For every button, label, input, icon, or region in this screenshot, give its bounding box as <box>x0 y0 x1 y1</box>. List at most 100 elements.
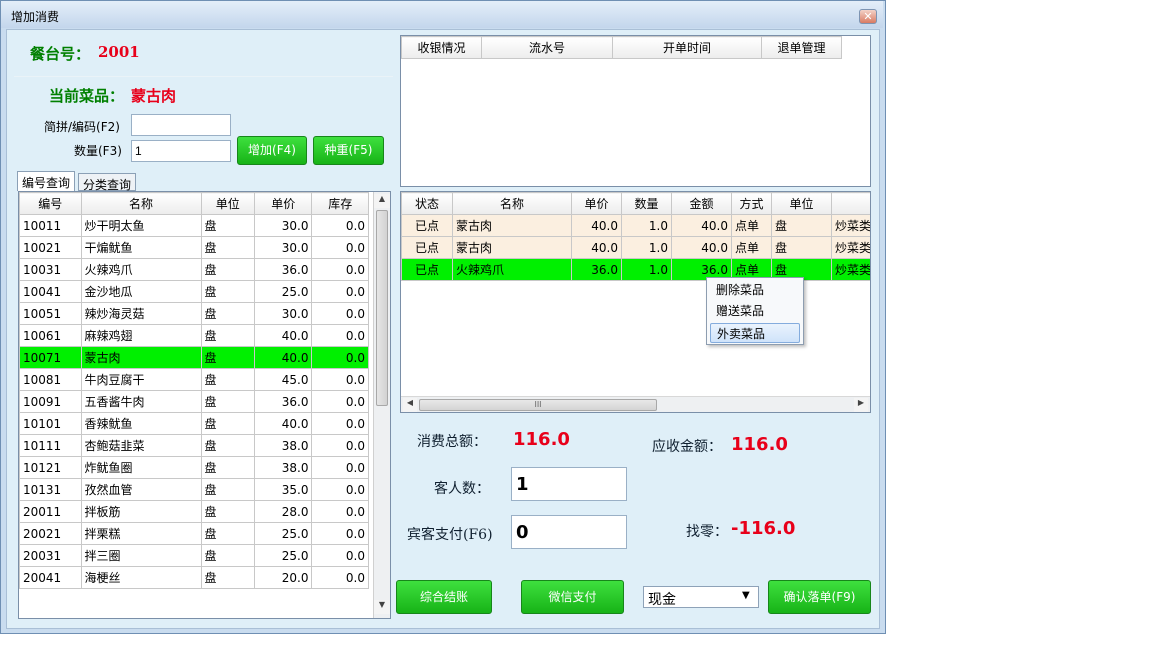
weigh-button[interactable]: 种重(F5) <box>313 136 384 165</box>
column-header[interactable]: 类 <box>831 192 870 215</box>
table-cell: 0.0 <box>311 258 369 281</box>
code-input[interactable] <box>131 114 231 136</box>
table-cell: 10031 <box>19 258 82 281</box>
confirm-order-button[interactable]: 确认落单(F9) <box>768 580 871 614</box>
menu-item-takeout-dish[interactable]: 外卖菜品 <box>710 323 800 343</box>
table-cell: 麻辣鸡翅 <box>80 324 202 347</box>
column-header[interactable]: 金额 <box>671 192 732 215</box>
scroll-right-icon[interactable]: ▶ <box>854 398 868 412</box>
table-cell: 盘 <box>771 236 832 259</box>
table-row[interactable]: 10071 蒙古肉盘 40.0 0.0 <box>19 346 369 369</box>
table-cell: 10061 <box>19 324 82 347</box>
table-row[interactable]: 10021 干煸鱿鱼盘 30.0 0.0 <box>19 236 369 259</box>
cashier-panel: 收银情况 流水号 开单时间 退单管理 <box>400 35 871 187</box>
column-header[interactable]: 库存 <box>311 192 369 215</box>
column-header[interactable]: 流水号 <box>481 36 613 59</box>
wechat-pay-button[interactable]: 微信支付 <box>521 580 624 614</box>
tab-code-search[interactable]: 编号查询 <box>17 171 76 191</box>
scroll-left-icon[interactable]: ◀ <box>403 398 417 412</box>
table-cell: 20.0 <box>253 566 313 589</box>
table-cell: 20041 <box>19 566 82 589</box>
table-row[interactable]: 10081 牛肉豆腐干盘 45.0 0.0 <box>19 368 369 391</box>
quantity-input[interactable] <box>131 140 231 162</box>
table-cell: 干煸鱿鱼 <box>80 236 202 259</box>
hscroll-thumb[interactable]: III <box>419 399 657 411</box>
table-cell: 火辣鸡爪 <box>452 258 572 281</box>
column-header[interactable]: 收银情况 <box>401 36 482 59</box>
table-row[interactable]: 10101 香辣鱿鱼盘 40.0 0.0 <box>19 412 369 435</box>
add-button[interactable]: 增加(F4) <box>237 136 307 165</box>
close-icon[interactable]: ✕ <box>859 9 877 24</box>
table-cell: 25.0 <box>253 280 313 303</box>
table-row[interactable]: 10091 五香酱牛肉盘 36.0 0.0 <box>19 390 369 413</box>
column-header[interactable]: 名称 <box>80 192 202 215</box>
title-bar[interactable]: 增加消费 ✕ <box>1 1 883 28</box>
table-cell: 10111 <box>19 434 82 457</box>
table-cell: 盘 <box>200 346 256 369</box>
column-header[interactable]: 单位 <box>771 192 832 215</box>
table-cell: 45.0 <box>253 368 313 391</box>
menu-table-body: 10011 炒干明太鱼盘 30.0 0.0 10021 干煸鱿鱼盘 30.0 0.0 10031… <box>19 214 369 589</box>
table-cell: 40.0 <box>671 214 732 237</box>
table-cell: 牛肉豆腐干 <box>80 368 202 391</box>
table-cell: 盘 <box>200 302 256 325</box>
chevron-down-icon[interactable]: ▼ <box>742 590 750 601</box>
table-cell: 盘 <box>200 214 256 237</box>
settle-button[interactable]: 综合结账 <box>396 580 492 614</box>
scroll-thumb[interactable] <box>376 210 388 406</box>
table-row[interactable]: 10011 炒干明太鱼盘 30.0 0.0 <box>19 214 369 237</box>
column-header[interactable]: 开单时间 <box>612 36 762 59</box>
paid-input[interactable] <box>511 515 627 549</box>
table-row[interactable]: 20041 海梗丝盘 20.0 0.0 <box>19 566 369 589</box>
menu-scrollbar[interactable]: ▲ ▼ <box>373 192 390 618</box>
table-row[interactable]: 10031 火辣鸡爪盘 36.0 0.0 <box>19 258 369 281</box>
table-row[interactable]: 10111 杏鲍菇韭菜盘 38.0 0.0 <box>19 434 369 457</box>
menu-item-gift-dish[interactable]: 赠送菜品 <box>710 301 800 321</box>
table-row[interactable]: 10041 金沙地瓜盘 25.0 0.0 <box>19 280 369 303</box>
order-hscrollbar[interactable]: ◀ III ▶ <box>401 396 870 412</box>
table-cell: 0.0 <box>311 302 369 325</box>
column-header[interactable]: 数量 <box>621 192 672 215</box>
table-cell: 盘 <box>200 280 256 303</box>
table-row[interactable]: 10051 辣炒海灵菇盘 30.0 0.0 <box>19 302 369 325</box>
table-row[interactable]: 10061 麻辣鸡翅盘 40.0 0.0 <box>19 324 369 347</box>
guests-input[interactable] <box>511 467 627 501</box>
table-cell: 38.0 <box>253 456 313 479</box>
column-header[interactable]: 状态 <box>401 192 453 215</box>
menu-item-delete-dish[interactable]: 删除菜品 <box>710 280 800 300</box>
table-row[interactable]: 已点 蒙古肉 40.0 1.0 40.0 点单盘炒菜类 <box>401 236 870 259</box>
column-header[interactable]: 名称 <box>452 192 572 215</box>
table-cell: 盘 <box>200 566 256 589</box>
table-row[interactable]: 20011 拌板筋盘 28.0 0.0 <box>19 500 369 523</box>
table-cell: 0.0 <box>311 214 369 237</box>
table-cell: 1.0 <box>621 236 672 259</box>
column-header[interactable]: 单价 <box>571 192 622 215</box>
table-cell: 金沙地瓜 <box>80 280 202 303</box>
current-dish-value: 蒙古肉 <box>131 87 177 105</box>
column-header[interactable]: 退单管理 <box>761 36 842 59</box>
table-cell: 10081 <box>19 368 82 391</box>
scroll-up-icon[interactable]: ▲ <box>374 194 390 208</box>
table-cell: 10041 <box>19 280 82 303</box>
payment-method-select[interactable]: 现金 ▼ <box>643 586 759 608</box>
column-header[interactable]: 编号 <box>19 192 82 215</box>
table-row[interactable]: 10131 孜然血管盘 35.0 0.0 <box>19 478 369 501</box>
table-row[interactable]: 已点 蒙古肉 40.0 1.0 40.0 点单盘炒菜类 <box>401 214 870 237</box>
table-cell: 盘 <box>200 434 256 457</box>
table-cell: 10051 <box>19 302 82 325</box>
table-cell: 0.0 <box>311 280 369 303</box>
table-row[interactable]: 10121 炸鱿鱼圈盘 38.0 0.0 <box>19 456 369 479</box>
column-header[interactable]: 单价 <box>253 192 313 215</box>
table-cell: 30.0 <box>253 236 313 259</box>
table-cell: 40.0 <box>253 346 313 369</box>
column-header[interactable]: 单位 <box>200 192 256 215</box>
table-cell: 0.0 <box>311 544 369 567</box>
scroll-down-icon[interactable]: ▼ <box>374 600 390 614</box>
table-cell: 0.0 <box>311 368 369 391</box>
table-cell: 36.0 <box>571 258 622 281</box>
tab-category-search[interactable]: 分类查询 <box>78 173 137 192</box>
table-row[interactable]: 20021 拌栗糕盘 25.0 0.0 <box>19 522 369 545</box>
column-header[interactable]: 方式 <box>731 192 772 215</box>
table-row[interactable]: 20031 拌三圈盘 25.0 0.0 <box>19 544 369 567</box>
table-cell: 40.0 <box>571 236 622 259</box>
